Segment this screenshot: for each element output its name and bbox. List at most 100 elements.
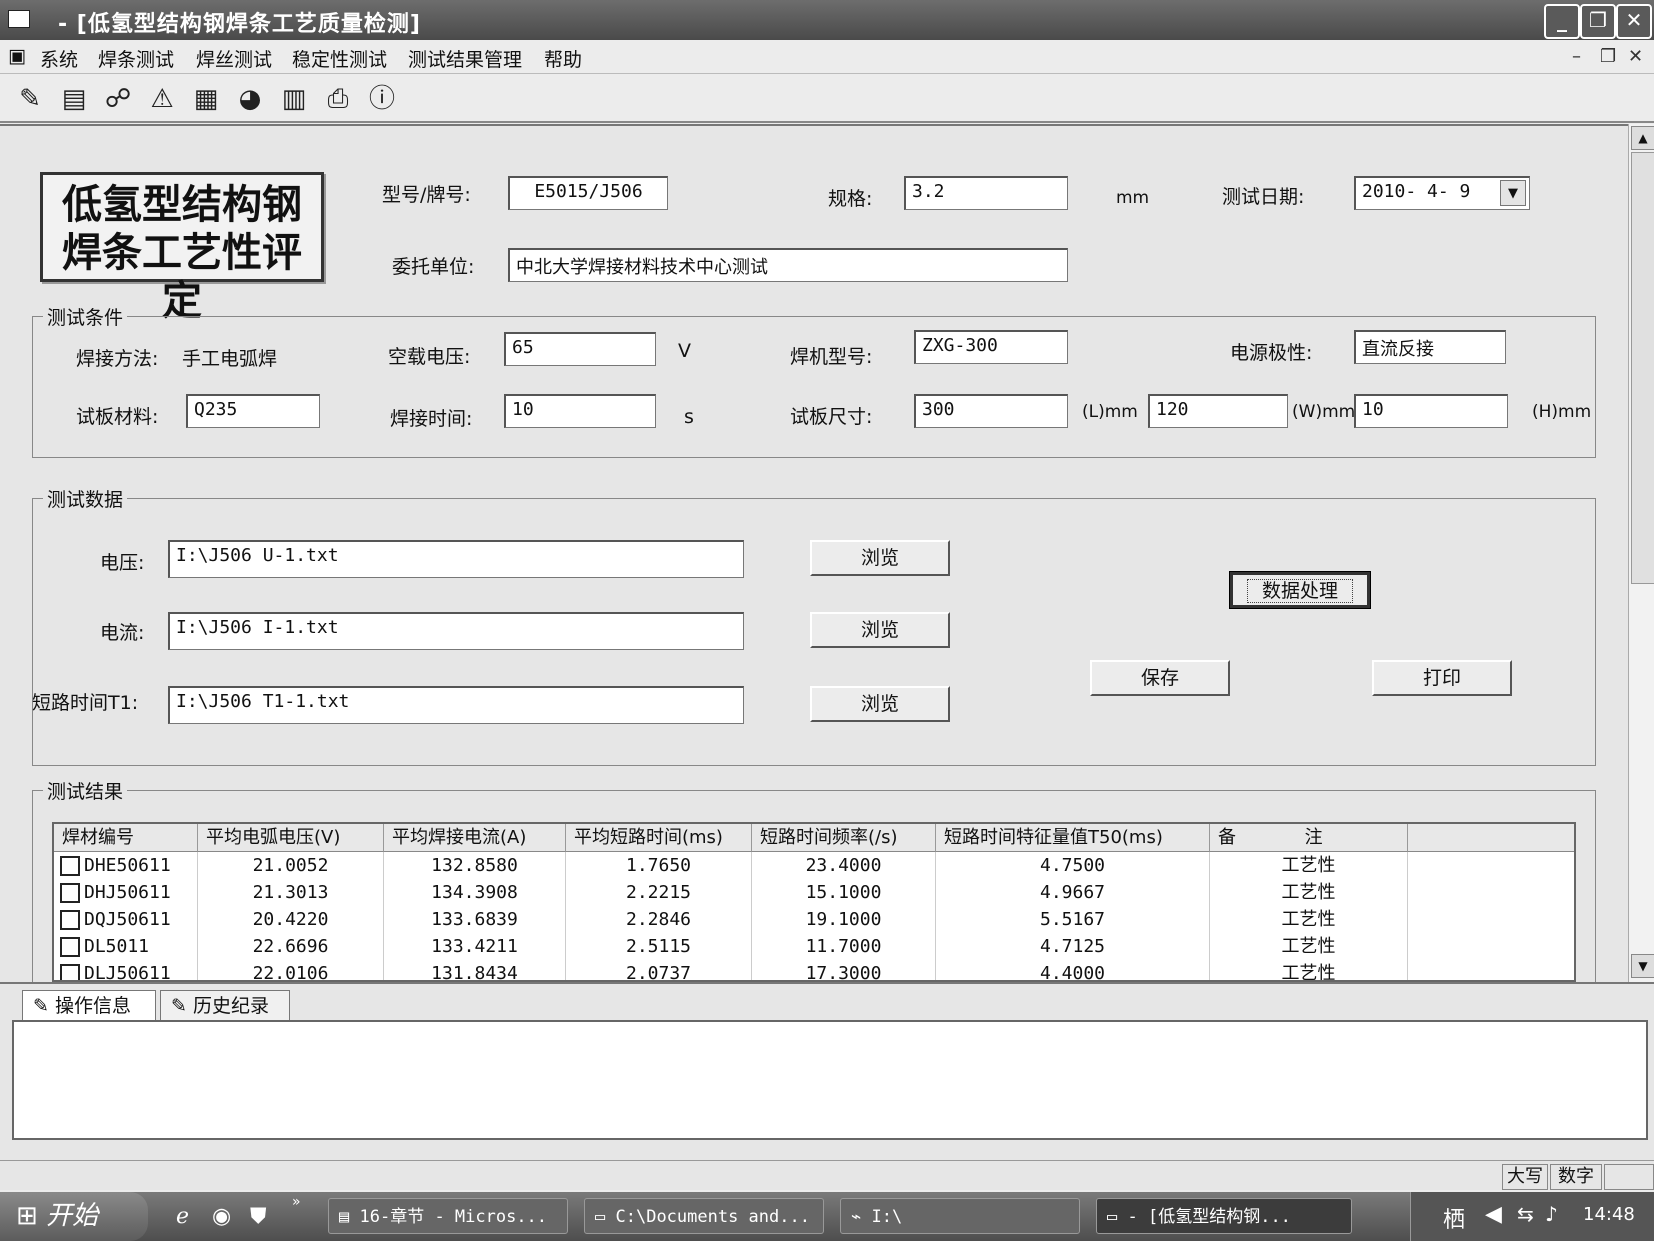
table-cell: 133.6839 <box>384 906 566 933</box>
chevron-right-icon[interactable]: » <box>292 1194 301 1210</box>
task-drive[interactable]: ⌁ I:\ <box>840 1198 1080 1234</box>
scrollbar-thumb[interactable] <box>1631 152 1654 584</box>
data-process-button[interactable]: 数据处理 <box>1229 571 1371 609</box>
menu-electrode-test[interactable]: 焊条测试 <box>98 45 174 72</box>
task-word[interactable]: ▤ 16-章节 - Micros... <box>328 1198 568 1234</box>
app-icon[interactable] <box>8 10 30 28</box>
row-checkbox[interactable] <box>60 910 80 930</box>
column-header[interactable]: 备 注 <box>1210 824 1408 852</box>
row-id-cell[interactable]: DLJ50611 <box>54 960 198 980</box>
tab-history[interactable]: ✎ 历史纪录 <box>160 990 290 1020</box>
table-row[interactable]: DQJ50611 20.4220 133.6839 2.2846 19.1000… <box>54 906 1574 933</box>
polarity-input[interactable]: 直流反接 <box>1354 330 1506 364</box>
plate-height-input[interactable]: 10 <box>1354 394 1508 428</box>
machine-model-input[interactable]: ZXG-300 <box>914 330 1068 364</box>
mdi-child-icon[interactable]: ▣ <box>8 45 26 67</box>
row-id-cell[interactable]: DL5011 <box>54 933 198 960</box>
column-header[interactable]: 平均电弧电压(V) <box>198 824 384 852</box>
menu-system[interactable]: 系统 <box>40 45 78 72</box>
tab-operation-info[interactable]: ✎ 操作信息 <box>22 990 156 1020</box>
spec-input[interactable]: 3.2 <box>904 176 1068 210</box>
task-explorer[interactable]: ▭ C:\Documents and... <box>584 1198 824 1234</box>
shield-icon[interactable]: ⛊ <box>250 1204 267 1229</box>
browse-voltage-button[interactable]: 浏览 <box>810 540 950 576</box>
chart-icon[interactable]: ◕ <box>232 81 268 117</box>
table-cell: 19.1000 <box>752 906 936 933</box>
column-header[interactable]: 短路时间频率(/s) <box>752 824 936 852</box>
print-icon[interactable]: ⎙ <box>320 81 356 117</box>
media-icon[interactable]: ◉ <box>212 1204 231 1229</box>
print-button[interactable]: 打印 <box>1372 660 1512 696</box>
menu-wire-test[interactable]: 焊丝测试 <box>196 45 272 72</box>
row-id-cell[interactable]: DHE50611 <box>54 852 198 879</box>
task-app[interactable]: ▭ - [低氢型结构钢... <box>1096 1198 1352 1234</box>
menu-result-management[interactable]: 测试结果管理 <box>408 45 522 72</box>
log-text-area[interactable] <box>12 1020 1648 1140</box>
row-checkbox[interactable] <box>60 856 80 876</box>
plate-width-input[interactable]: 120 <box>1148 394 1288 428</box>
table-cell: 134.3908 <box>384 879 566 906</box>
table-cell: 工艺性 <box>1210 960 1408 980</box>
restore-button[interactable]: ❐ <box>1580 4 1616 39</box>
close-button[interactable]: ✕ <box>1616 4 1652 39</box>
report-icon[interactable]: ▥ <box>276 81 312 117</box>
info-icon[interactable]: ⓘ <box>364 81 400 117</box>
start-button[interactable]: ⊞ 开始 <box>0 1192 148 1241</box>
menu-stability-test[interactable]: 稳定性测试 <box>292 45 387 72</box>
noload-voltage-input[interactable]: 65 <box>504 332 656 366</box>
weld-time-input[interactable]: 10 <box>504 394 656 428</box>
scroll-up-icon[interactable]: ▲ <box>1631 126 1654 150</box>
client-input[interactable]: 中北大学焊接材料技术中心测试 <box>508 248 1068 282</box>
log-panel: ✎ 操作信息 ✎ 历史纪录 <box>0 982 1654 1160</box>
row-checkbox[interactable] <box>60 883 80 903</box>
measure-icon[interactable]: ⚠ <box>144 81 180 117</box>
browse-short-time-button[interactable]: 浏览 <box>810 686 950 722</box>
column-header[interactable]: 短路时间特征量值T50(ms) <box>936 824 1210 852</box>
scroll-down-icon[interactable]: ▼ <box>1631 954 1654 978</box>
mdi-close-button[interactable]: ✕ <box>1628 46 1643 67</box>
plate-material-input[interactable]: Q235 <box>186 394 320 428</box>
edit-icon[interactable]: ✎ <box>12 81 48 117</box>
model-input[interactable]: E5015/J506 <box>508 176 668 210</box>
analysis-icon[interactable]: ▦ <box>188 81 224 117</box>
ie-icon[interactable]: ℯ <box>176 1204 189 1229</box>
row-id-cell[interactable]: DHJ50611 <box>54 879 198 906</box>
clock[interactable]: 14:48 <box>1583 1204 1635 1225</box>
row-checkbox[interactable] <box>60 964 80 980</box>
volume-icon[interactable]: ♪ <box>1545 1202 1558 1226</box>
column-header[interactable]: 焊材编号 <box>54 824 198 852</box>
table-cell: 21.0052 <box>198 852 384 879</box>
network-icon[interactable]: ⇆ <box>1517 1202 1534 1226</box>
column-header[interactable]: 平均短路时间(ms) <box>566 824 752 852</box>
short-time-file-input[interactable]: I:\J506 T1-1.txt <box>168 686 744 724</box>
mdi-restore-button[interactable]: ❐ <box>1600 46 1616 67</box>
column-header[interactable]: 平均焊接电流(A) <box>384 824 566 852</box>
table-cell: 4.7500 <box>936 852 1210 879</box>
chevron-left-icon[interactable]: ◀ <box>1485 1202 1502 1227</box>
tab-label: 历史纪录 <box>192 995 269 1017</box>
voltage-file-input[interactable]: I:\J506 U-1.txt <box>168 540 744 578</box>
plate-length-input[interactable]: 300 <box>914 394 1068 428</box>
link-icon[interactable]: ☍ <box>100 81 136 117</box>
current-file-input[interactable]: I:\J506 I-1.txt <box>168 612 744 650</box>
open-icon[interactable]: ▤ <box>56 81 92 117</box>
browse-current-button[interactable]: 浏览 <box>810 612 950 648</box>
table-row[interactable]: DHJ50611 21.3013 134.3908 2.2215 15.1000… <box>54 879 1574 906</box>
save-button[interactable]: 保存 <box>1090 660 1230 696</box>
table-row[interactable]: DL5011 22.6696 133.4211 2.5115 11.7000 4… <box>54 933 1574 960</box>
chevron-down-icon[interactable]: ▼ <box>1500 180 1526 206</box>
table-row[interactable]: DHE50611 21.0052 132.8580 1.7650 23.4000… <box>54 852 1574 879</box>
word-icon: ▤ <box>339 1207 350 1227</box>
minimize-button[interactable]: _ <box>1544 4 1580 39</box>
main-scrollbar[interactable]: ▲ ▼ <box>1628 124 1654 982</box>
table-row[interactable]: DLJ50611 22.0106 131.8434 2.0737 17.3000… <box>54 960 1574 980</box>
current-file-label: 电流: <box>100 622 145 644</box>
title-bar: - [低氢型结构钢焊条工艺质量检测] _ ❐ ✕ <box>0 0 1654 40</box>
row-checkbox[interactable] <box>60 937 80 957</box>
caps-lock-indicator: 大写 <box>1502 1164 1548 1190</box>
menu-help[interactable]: 帮助 <box>544 45 582 72</box>
mdi-minimize-button[interactable]: – <box>1572 46 1581 67</box>
row-id: DHE50611 <box>84 855 171 876</box>
ime-indicator[interactable]: 栖 <box>1443 1202 1465 1234</box>
row-id-cell[interactable]: DQJ50611 <box>54 906 198 933</box>
